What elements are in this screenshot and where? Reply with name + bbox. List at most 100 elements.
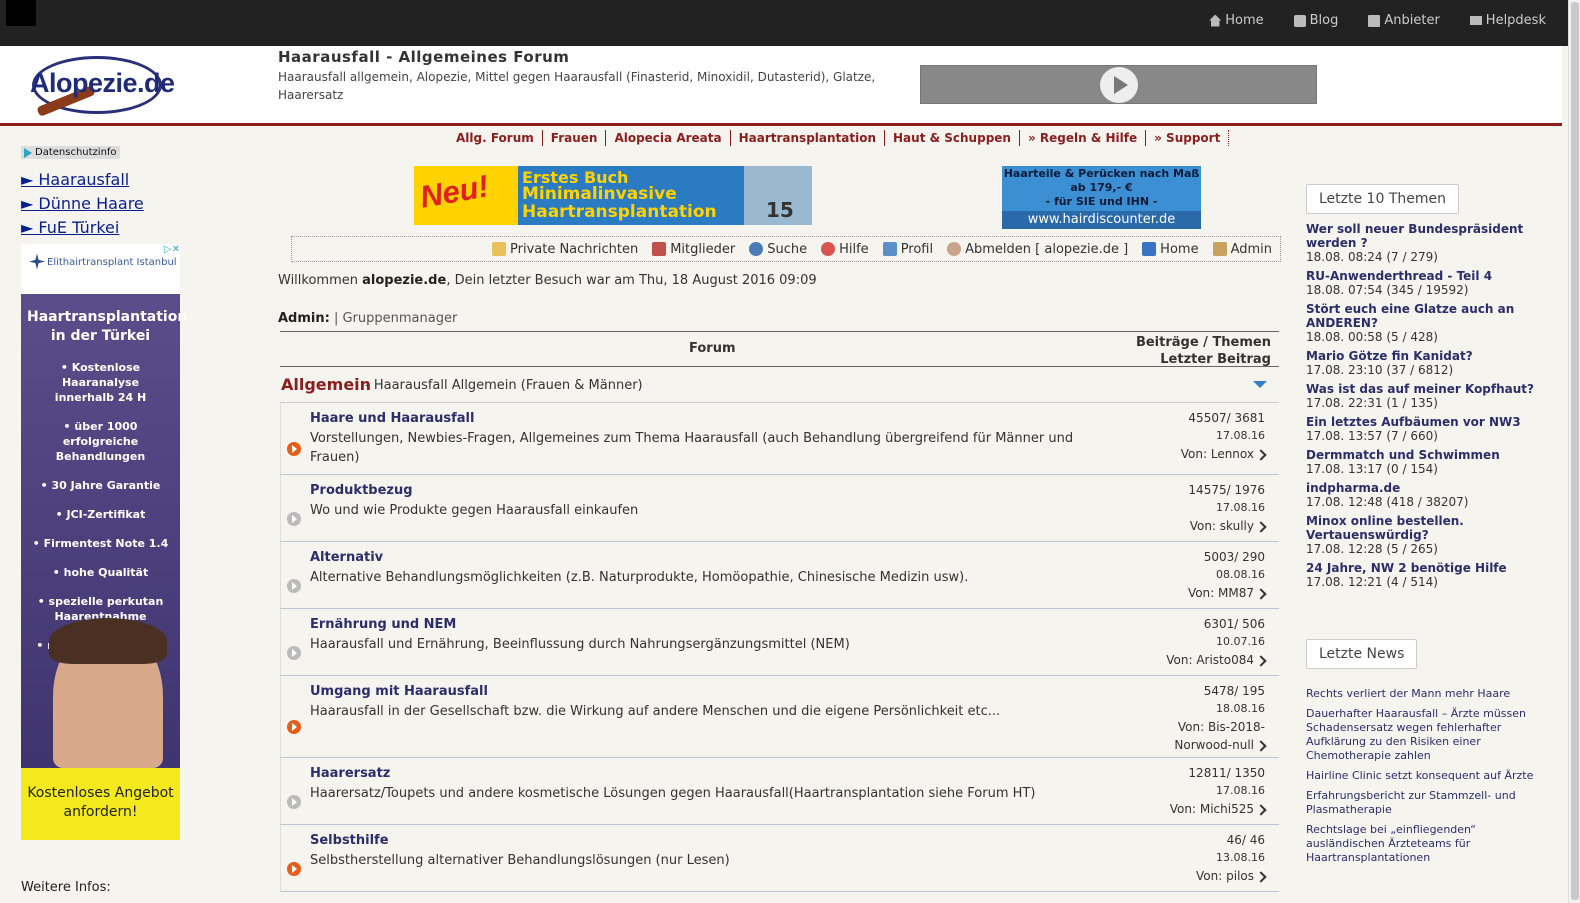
news-link[interactable]: Erfahrungsbericht zur Stammzell- und Pla… — [1306, 789, 1534, 817]
forum-row: Umgang mit Haarausfall Haarausfall in der… — [280, 676, 1279, 758]
recent-topic-link[interactable]: Wer soll neuer Bundespräsident werden ? — [1306, 222, 1534, 250]
forum-title-link[interactable]: Haare und Haarausfall — [310, 411, 474, 426]
help-link[interactable]: Hilfe — [821, 242, 869, 257]
recent-topic-link[interactable]: Mario Götze fin Kanidat? — [1306, 349, 1534, 363]
privacy-info-button[interactable]: Datenschutzinfo — [21, 146, 120, 159]
recent-topic-link[interactable]: Dermmatch und Schwimmen — [1306, 448, 1534, 462]
last-post-date: 17.08.16 — [1216, 784, 1265, 797]
recent-topic-link[interactable]: 24 Jahre, NW 2 benötige Hilfe — [1306, 561, 1534, 575]
forum-title-link[interactable]: Produktbezug — [310, 483, 413, 498]
recent-topics-list: Wer soll neuer Bundespräsident werden ? 1… — [1306, 222, 1534, 589]
recent-topic: Dermmatch und Schwimmen 17.08. 13:17 (0 /… — [1306, 448, 1534, 476]
goto-last-post-icon[interactable] — [1255, 739, 1267, 752]
goto-last-post-icon[interactable] — [1255, 654, 1267, 667]
recent-topic: RU-Anwenderthread - Teil 4 18.08. 07:54 (… — [1306, 269, 1534, 297]
forum-row: Ernährung und NEM Haarausfall und Ernähru… — [280, 609, 1279, 676]
col-forum: Forum — [689, 341, 736, 356]
recent-topic-meta: 18.08. 08:24 (7 / 279) — [1306, 250, 1438, 264]
category-row: Allgemein - Haarausfall Allgemein (Fraue… — [280, 367, 1279, 403]
forum-description: Wo und wie Produkte gegen Haarausfall ei… — [310, 503, 639, 518]
category-name[interactable]: Allgemein — [281, 375, 371, 394]
post-counts: 46/ 46 — [1226, 833, 1265, 847]
members-link[interactable]: Mitglieder — [652, 242, 735, 257]
forum-title-link[interactable]: Selbsthilfe — [310, 833, 389, 848]
recent-topics-panel: Letzte 10 Themen Wer soll neuer Bundespr… — [1306, 184, 1534, 594]
post-counts: 5478/ 195 — [1203, 684, 1265, 698]
forum-description: Alternative Behandlungsmöglichkeiten (z.… — [310, 570, 969, 585]
forum-title-link[interactable]: Ernährung und NEM — [310, 617, 456, 632]
profile-link[interactable]: Profil — [882, 242, 933, 257]
topnav-anbieter[interactable]: Anbieter — [1368, 13, 1440, 28]
recent-topic-link[interactable]: indpharma.de — [1306, 481, 1534, 495]
forum-title-link[interactable]: Alternativ — [310, 550, 383, 565]
video-player[interactable] — [920, 65, 1317, 104]
last-post-author: Von: Michi525 — [1170, 800, 1267, 818]
link-haarausfall[interactable]: ► Haarausfall — [21, 168, 181, 192]
ad-bullet: • hohe Qualität — [52, 565, 149, 579]
private-messages-link[interactable]: Private Nachrichten — [492, 242, 638, 257]
search-link[interactable]: Suche — [749, 242, 807, 257]
forum-table-header: Forum Beiträge / Themen Letzter Beitrag — [280, 331, 1279, 367]
collapse-icon[interactable] — [1253, 381, 1267, 388]
news-link[interactable]: Rechtslage bei „einfliegenden“ ausländis… — [1306, 823, 1534, 865]
topnav-helpdesk[interactable]: Helpdesk — [1469, 13, 1546, 28]
group-manager-link[interactable]: | Gruppenmanager — [334, 311, 457, 326]
goto-last-post-icon[interactable] — [1255, 520, 1267, 533]
home-link[interactable]: Home — [1142, 242, 1199, 257]
mainnav-frauen[interactable]: Frauen — [543, 130, 607, 146]
mainnav-haut-schuppen[interactable]: Haut & Schuppen — [885, 130, 1020, 146]
post-counts: 12811/ 1350 — [1188, 766, 1265, 780]
new-posts-icon — [287, 861, 301, 876]
last-post-date: 13.08.16 — [1216, 851, 1265, 864]
recent-topic-link[interactable]: Was ist das auf meiner Kopfhaut? — [1306, 382, 1534, 396]
ad-person-image — [49, 617, 167, 768]
mainnav-haartransplantation[interactable]: Haartransplantation — [731, 130, 886, 146]
mainnav-allg-forum[interactable]: Allg. Forum — [448, 130, 543, 146]
forum-title-link[interactable]: Umgang mit Haarausfall — [310, 684, 488, 699]
link-duenne-haare[interactable]: ► Dünne Haare — [21, 192, 181, 216]
recent-topic-link[interactable]: Minox online bestellen. Vertauenswürdig? — [1306, 514, 1534, 542]
mainnav-support[interactable]: » Support — [1146, 130, 1230, 146]
forum-row: Haarersatz Haarersatz/Toupets und andere … — [280, 758, 1279, 825]
recent-topic-meta: 17.08. 12:28 (5 / 265) — [1306, 542, 1438, 556]
ad-cta-button[interactable]: Kostenloses Angebot anfordern! — [21, 767, 180, 840]
logout-link[interactable]: Abmelden [ alopezie.de ] — [947, 242, 1128, 257]
left-ad-banner[interactable]: Elithairtransplant Istanbul ▷✕ Haartrans… — [21, 243, 187, 840]
book-banner[interactable]: Neu! Erstes Buch Minimalinvasive Haartra… — [414, 166, 812, 225]
forum-description: Haarersatz/Toupets und andere kosmetisch… — [310, 786, 1036, 801]
mainnav-regeln-hilfe[interactable]: » Regeln & Hilfe — [1020, 130, 1147, 146]
goto-last-post-icon[interactable] — [1255, 448, 1267, 461]
recent-topic-meta: 17.08. 22:31 (1 / 135) — [1306, 396, 1438, 410]
page-scrollbar[interactable] — [1568, 0, 1580, 903]
site-logo[interactable]: Alopezie.de — [28, 52, 175, 118]
last-post-date: 17.08.16 — [1216, 501, 1265, 514]
news-link[interactable]: Hairline Clinic setzt konsequent auf Ärz… — [1306, 769, 1534, 783]
hairdiscounter-banner[interactable]: Haarteile & Perücken nach Maß ab 179,- €… — [1002, 166, 1201, 229]
post-counts: 14575/ 1976 — [1188, 483, 1265, 497]
top-bar: Home Blog Anbieter Helpdesk — [0, 0, 1568, 46]
forum-description: Haarausfall und Ernährung, Beeinflussung… — [310, 637, 850, 652]
link-fue-tuerkei[interactable]: ► FuE Türkei — [21, 216, 181, 240]
scrollbar-thumb[interactable] — [1571, 2, 1579, 900]
goto-last-post-icon[interactable] — [1255, 870, 1267, 883]
recent-topic: Mario Götze fin Kanidat? 17.08. 23:10 (37… — [1306, 349, 1534, 377]
forum-title-link[interactable]: Haarersatz — [310, 766, 390, 781]
recent-topic-link[interactable]: Ein letztes Aufbäumen vor NW3 — [1306, 415, 1534, 429]
last-post-date: 17.08.16 — [1216, 429, 1265, 442]
news-link[interactable]: Rechts verliert der Mann mehr Haare — [1306, 687, 1534, 701]
play-icon[interactable] — [1100, 67, 1138, 103]
recent-topic-link[interactable]: RU-Anwenderthread - Teil 4 — [1306, 269, 1534, 283]
goto-last-post-icon[interactable] — [1255, 587, 1267, 600]
mainnav-alopecia-areata[interactable]: Alopecia Areata — [606, 130, 731, 146]
topnav-blog[interactable]: Blog — [1293, 13, 1338, 28]
goto-last-post-icon[interactable] — [1255, 803, 1267, 816]
admin-link[interactable]: Admin — [1212, 242, 1272, 257]
recent-topic-meta: 17.08. 13:57 (7 / 660) — [1306, 429, 1438, 443]
last-post-date: 10.07.16 — [1216, 635, 1265, 648]
news-link[interactable]: Dauerhafter Haarausfall – Ärzte müssen S… — [1306, 707, 1534, 763]
last-post-author: Von: MM87 — [1188, 584, 1267, 602]
list-icon — [1368, 14, 1381, 27]
topnav-home[interactable]: Home — [1209, 13, 1264, 28]
adchoices-icon[interactable]: ▷✕ — [164, 244, 180, 255]
recent-topic-link[interactable]: Stört euch eine Glatze auch an ANDEREN? — [1306, 302, 1534, 330]
